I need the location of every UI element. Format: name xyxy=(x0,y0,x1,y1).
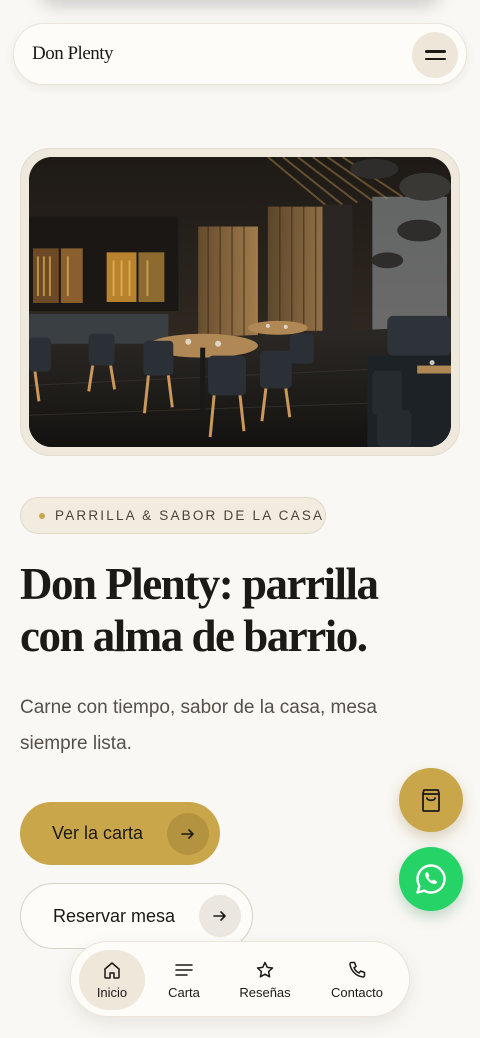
page: Don Plenty PARRILLA & SABOR DE LA CASA D… xyxy=(0,0,480,1038)
category-tag: PARRILLA & SABOR DE LA CASA xyxy=(20,497,326,534)
tag-label: PARRILLA & SABOR DE LA CASA xyxy=(55,508,325,523)
view-menu-button[interactable]: Ver la carta xyxy=(20,802,220,865)
page-title-line-1: Don Plenty: parrilla xyxy=(20,559,379,609)
whatsapp-button[interactable] xyxy=(399,847,463,911)
page-subtitle: Carne con tiempo, sabor de la casa, mesa… xyxy=(20,697,377,754)
view-menu-button-label: Ver la carta xyxy=(52,823,144,843)
reserve-table-button-label: Reservar mesa xyxy=(53,905,176,926)
nav-item-resenas[interactable]: Reseñas xyxy=(229,950,301,1010)
nav-label-inicio: Inicio xyxy=(96,985,128,1000)
shopping-bag-icon xyxy=(422,789,440,812)
reserve-table-button[interactable]: Reservar mesa xyxy=(20,883,253,949)
order-button[interactable] xyxy=(399,768,463,832)
brand-logo[interactable]: Don Plenty xyxy=(32,43,114,65)
nav-label-carta: Carta xyxy=(168,985,200,1000)
home-icon xyxy=(104,962,120,979)
nav-label-resenas: Reseñas xyxy=(239,985,291,1000)
star-icon xyxy=(256,961,274,978)
tag-dot-icon xyxy=(39,512,45,519)
restaurant-interior-photo xyxy=(29,157,451,447)
page-title-line-2: con alma de barrio. xyxy=(20,611,368,661)
menu-button[interactable] xyxy=(412,32,458,78)
nav-item-carta[interactable]: Carta xyxy=(151,950,217,1010)
restaurant-illustration xyxy=(29,157,451,447)
nav-item-inicio[interactable]: Inicio xyxy=(79,950,145,1010)
page-title: Don Plenty: parrilla con alma de barrio. xyxy=(20,558,460,662)
bottom-nav: Inicio Carta Reseñas Contacto xyxy=(70,941,410,1017)
phone-icon xyxy=(349,961,366,978)
whatsapp-icon xyxy=(416,864,446,894)
nav-item-contacto[interactable]: Contacto xyxy=(317,950,397,1010)
menu-lines-icon xyxy=(175,964,193,976)
nav-label-contacto: Contacto xyxy=(330,985,384,1000)
hamburger-menu-icon-line xyxy=(424,57,446,60)
arrow-right-icon xyxy=(167,813,209,855)
header-bar: Don Plenty xyxy=(13,23,467,85)
arrow-right-icon xyxy=(199,895,241,937)
hamburger-menu-icon xyxy=(424,50,446,53)
hero-image-frame xyxy=(20,148,460,456)
